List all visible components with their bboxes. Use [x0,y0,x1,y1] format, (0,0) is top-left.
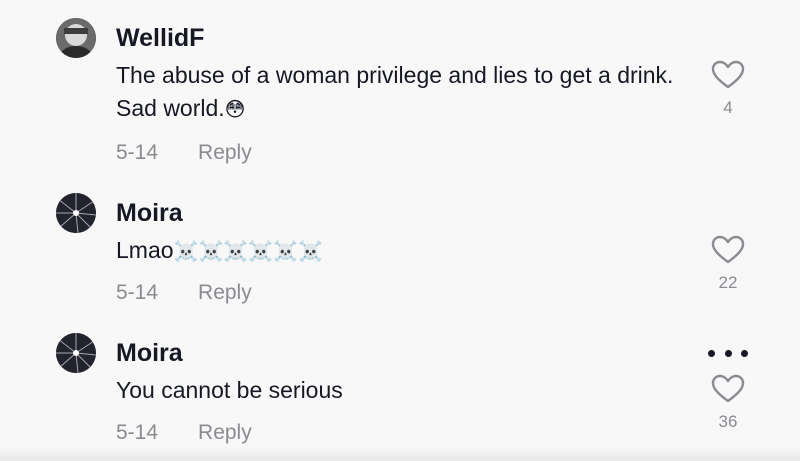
dot [741,349,748,357]
comment-meta: 5-14 Reply [116,141,252,165]
dot [724,349,732,357]
like-count: 36 [718,412,738,431]
like-button[interactable]: 4 [707,60,749,118]
comment-username[interactable]: WellidF [116,24,204,53]
reply-button[interactable]: Reply [198,141,252,165]
reply-button[interactable]: Reply [198,281,252,305]
like-button[interactable]: 36 [707,374,749,432]
reply-button[interactable]: Reply [198,421,252,445]
like-count: 4 [723,98,733,117]
comment-text-content: Lmao [116,237,174,263]
comment-date: 5-14 [116,281,159,304]
heart-outline-icon [711,374,745,403]
comment-meta: 5-14 Reply [116,421,252,445]
heart-outline-icon [711,60,745,89]
dot [708,349,715,357]
comment-date: 5-14 [116,141,159,164]
more-options-icon[interactable] [708,345,748,361]
avatar[interactable] [56,333,96,373]
skull-crossbones-emoji: ☠️☠️☠️☠️☠️☠️ [173,239,323,263]
heart-outline-icon [711,235,745,264]
bottom-fade [0,447,800,461]
like-count: 22 [718,273,738,292]
comment-date: 5-14 [116,421,159,444]
comment-text-content: The abuse of a woman privilege and lies … [116,62,674,121]
comment-username[interactable]: Moira [116,199,183,228]
avatar[interactable] [56,193,96,233]
comment-text: The abuse of a woman privilege and lies … [116,59,676,126]
flushed-face-emoji: 😳 [224,97,246,121]
avatar[interactable] [56,18,96,58]
comment-text-content: You cannot be serious [116,377,343,403]
comment-text: You cannot be serious [116,374,676,407]
like-button[interactable]: 22 [707,235,749,293]
comment-text: Lmao☠️☠️☠️☠️☠️☠️ [116,234,676,268]
comment-meta: 5-14 Reply [116,281,252,305]
comment-username[interactable]: Moira [116,339,183,368]
